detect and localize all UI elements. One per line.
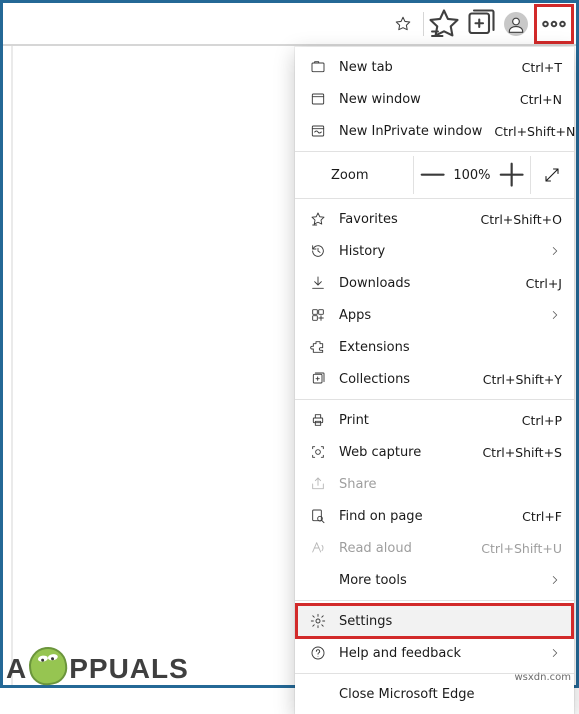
menu-new-tab[interactable]: New tab Ctrl+T	[295, 51, 574, 83]
menu-label: Favorites	[339, 212, 469, 227]
menu-shortcut: Ctrl+J	[526, 276, 562, 291]
menu-label: New window	[339, 92, 508, 107]
menu-shortcut: Ctrl+T	[522, 60, 562, 75]
mascot-icon	[27, 645, 70, 688]
watermark-letter: A	[6, 653, 27, 685]
menu-new-inprivate[interactable]: New InPrivate window Ctrl+Shift+N	[295, 115, 574, 147]
toolbar-separator	[423, 12, 424, 36]
browser-toolbar	[385, 3, 576, 45]
menu-share: Share	[295, 468, 574, 500]
menu-label: History	[339, 244, 536, 259]
menu-label: Extensions	[339, 340, 562, 355]
read-aloud-icon	[309, 539, 327, 557]
zoom-in-button[interactable]	[493, 156, 530, 194]
extensions-icon	[309, 338, 327, 356]
menu-label: Print	[339, 413, 510, 428]
watermark-rest: PPUALS	[69, 653, 189, 685]
apps-icon	[309, 306, 327, 324]
menu-label: New InPrivate window	[339, 124, 482, 139]
menu-apps[interactable]: Apps	[295, 299, 574, 331]
menu-shortcut: Ctrl+Shift+O	[481, 212, 562, 227]
favorites-icon[interactable]	[426, 6, 462, 42]
more-button-highlight	[534, 4, 574, 44]
share-icon	[309, 475, 327, 493]
menu-extensions[interactable]: Extensions	[295, 331, 574, 363]
menu-shortcut: Ctrl+F	[522, 509, 562, 524]
menu-find-on-page[interactable]: Find on page Ctrl+F	[295, 500, 574, 532]
inprivate-icon	[309, 122, 327, 140]
menu-separator	[295, 399, 574, 400]
menu-more-tools[interactable]: More tools	[295, 564, 574, 596]
menu-print[interactable]: Print Ctrl+P	[295, 404, 574, 436]
menu-collections[interactable]: Collections Ctrl+Shift+Y	[295, 363, 574, 395]
profile-icon[interactable]	[498, 6, 534, 42]
menu-history[interactable]: History	[295, 235, 574, 267]
menu-shortcut: Ctrl+Shift+Y	[483, 372, 562, 387]
menu-shortcut: Ctrl+Shift+S	[482, 445, 562, 460]
favorite-this-page-icon[interactable]	[385, 6, 421, 42]
menu-settings[interactable]: Settings	[295, 605, 574, 637]
menu-shortcut: Ctrl+Shift+N	[494, 124, 575, 139]
new-tab-icon	[309, 58, 327, 76]
menu-shortcut: Ctrl+P	[522, 413, 562, 428]
menu-label: Downloads	[339, 276, 514, 291]
watermark-site: wsxdn.com	[514, 672, 571, 683]
menu-downloads[interactable]: Downloads Ctrl+J	[295, 267, 574, 299]
menu-label: Share	[339, 477, 562, 492]
collections-icon	[309, 370, 327, 388]
menu-shortcut: Ctrl+Shift+U	[481, 541, 562, 556]
chevron-right-icon	[548, 244, 562, 258]
zoom-value: 100%	[451, 168, 492, 183]
downloads-icon	[309, 274, 327, 292]
web-capture-icon	[309, 443, 327, 461]
collections-icon[interactable]	[462, 6, 498, 42]
history-icon	[309, 242, 327, 260]
menu-label: Web capture	[339, 445, 470, 460]
menu-label: More tools	[339, 573, 536, 588]
menu-new-window[interactable]: New window Ctrl+N	[295, 83, 574, 115]
menu-label: Close Microsoft Edge	[339, 687, 562, 702]
menu-shortcut: Ctrl+N	[520, 92, 562, 107]
chevron-right-icon	[548, 308, 562, 322]
find-icon	[309, 507, 327, 525]
menu-label: Settings	[339, 614, 562, 629]
menu-label: Collections	[339, 372, 471, 387]
content-left-border	[11, 46, 13, 685]
chevron-right-icon	[548, 646, 562, 660]
menu-label: Find on page	[339, 509, 510, 524]
watermark-logo: A PPUALS	[6, 647, 189, 685]
menu-separator	[295, 151, 574, 152]
chevron-right-icon	[548, 573, 562, 587]
menu-label: New tab	[339, 60, 510, 75]
menu-zoom-row: Zoom 100%	[295, 156, 574, 194]
zoom-label: Zoom	[331, 168, 413, 183]
menu-separator	[295, 198, 574, 199]
menu-favorites[interactable]: Favorites Ctrl+Shift+O	[295, 203, 574, 235]
new-window-icon	[309, 90, 327, 108]
menu-label: Help and feedback	[339, 646, 536, 661]
menu-label: Apps	[339, 308, 536, 323]
menu-help[interactable]: Help and feedback	[295, 637, 574, 669]
print-icon	[309, 411, 327, 429]
menu-web-capture[interactable]: Web capture Ctrl+Shift+S	[295, 436, 574, 468]
fullscreen-button[interactable]	[531, 156, 574, 194]
zoom-out-button[interactable]	[414, 156, 451, 194]
help-icon	[309, 644, 327, 662]
more-menu-icon[interactable]	[537, 7, 571, 41]
favorites-icon	[309, 210, 327, 228]
menu-label: Read aloud	[339, 541, 469, 556]
settings-icon	[309, 612, 327, 630]
menu-read-aloud: Read aloud Ctrl+Shift+U	[295, 532, 574, 564]
more-menu-dropdown: New tab Ctrl+T New window Ctrl+N New InP…	[295, 47, 574, 714]
menu-separator	[295, 600, 574, 601]
